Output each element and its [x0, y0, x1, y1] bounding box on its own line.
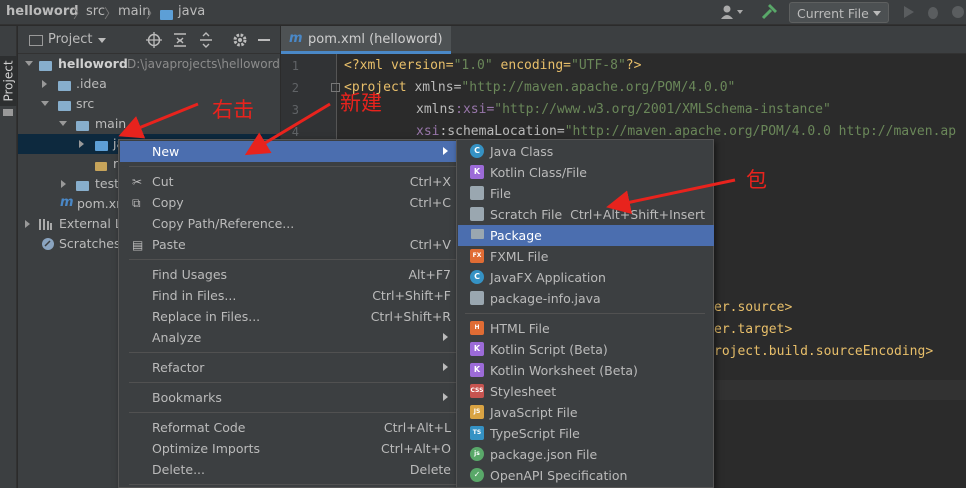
annotation-arrow-right-click [118, 102, 199, 139]
annotation-arrow-package [606, 178, 736, 215]
annotation-arrows [118, 102, 736, 215]
annotation-arrow-new [244, 102, 331, 156]
annotation-new: 新建 [340, 91, 382, 115]
annotation-package: 包 [746, 168, 767, 192]
annotation-right-click: 右击 [212, 98, 254, 122]
